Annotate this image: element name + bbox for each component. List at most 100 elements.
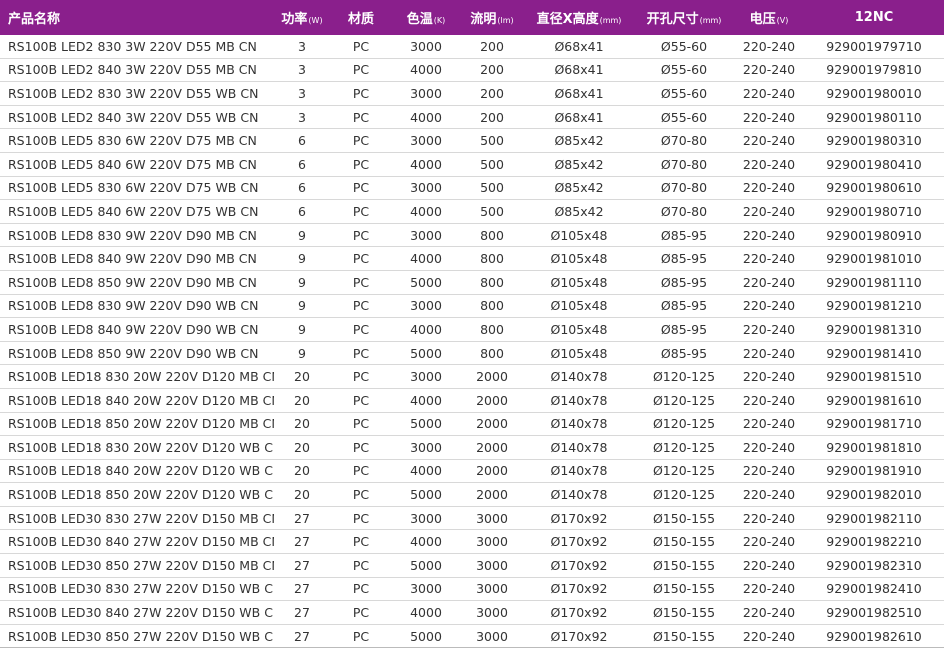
cell-cct: 3000 xyxy=(392,128,460,153)
cell-12nc: 929001980610 xyxy=(804,176,944,201)
cell-voltage: 220-240 xyxy=(734,435,804,460)
header-size: 直径X高度(mm) xyxy=(524,0,634,35)
cell-power: 9 xyxy=(274,341,330,366)
cell-size: Ø170x92 xyxy=(524,624,634,649)
cell-12nc: 929001981510 xyxy=(804,364,944,389)
cell-power: 20 xyxy=(274,435,330,460)
table-row: RS100B LED5 830 6W 220V D75 WB CN 6 PC 3000… xyxy=(0,176,944,201)
table-row: RS100B LED8 840 9W 220V D90 MB CN 9 PC 4000… xyxy=(0,246,944,271)
cell-size: Ø105x48 xyxy=(524,246,634,271)
header-voltage-label: 电压 xyxy=(749,12,776,27)
cell-cct: 5000 xyxy=(392,482,460,507)
cell-cutout: Ø120-125 xyxy=(634,364,734,389)
cell-cct: 5000 xyxy=(392,412,460,437)
cell-product-name: RS100B LED8 840 9W 220V D90 WB CN xyxy=(0,317,274,342)
cell-12nc: 929001982110 xyxy=(804,506,944,531)
header-product-name-label: 产品名称 xyxy=(8,12,61,27)
cell-lumen: 500 xyxy=(460,152,524,177)
cell-12nc: 929001980110 xyxy=(804,105,944,130)
cell-voltage: 220-240 xyxy=(734,152,804,177)
cell-voltage: 220-240 xyxy=(734,577,804,602)
table-row: RS100B LED30 850 27W 220V D150 MB CN 27 PC… xyxy=(0,553,944,578)
cell-lumen: 500 xyxy=(460,199,524,224)
cell-product-name: RS100B LED18 830 20W 220V D120 MB CN xyxy=(0,364,274,389)
cell-product-name: RS100B LED18 840 20W 220V D120 WB CN xyxy=(0,459,274,484)
cell-cutout: Ø55-60 xyxy=(634,35,734,59)
header-voltage-unit: (V) xyxy=(776,16,789,25)
cell-product-name: RS100B LED18 840 20W 220V D120 MB CN xyxy=(0,388,274,413)
cell-cct: 3000 xyxy=(392,294,460,319)
cell-cutout: Ø55-60 xyxy=(634,105,734,130)
table-row: RS100B LED2 830 3W 220V D55 WB CN 3 PC 3000… xyxy=(0,81,944,106)
table-row: RS100B LED5 840 6W 220V D75 WB CN 6 PC 4000… xyxy=(0,199,944,224)
cell-material: PC xyxy=(330,199,392,224)
table-row: RS100B LED18 850 20W 220V D120 WB CN 20 PC… xyxy=(0,482,944,507)
cell-cutout: Ø150-155 xyxy=(634,577,734,602)
cell-size: Ø170x92 xyxy=(524,577,634,602)
cell-lumen: 200 xyxy=(460,35,524,59)
cell-product-name: RS100B LED2 840 3W 220V D55 MB CN xyxy=(0,58,274,83)
cell-lumen: 3000 xyxy=(460,506,524,531)
cell-cct: 3000 xyxy=(392,435,460,460)
cell-lumen: 800 xyxy=(460,294,524,319)
cell-power: 9 xyxy=(274,270,330,295)
cell-cutout: Ø85-95 xyxy=(634,223,734,248)
table-row: RS100B LED30 830 27W 220V D150 MB CN 27 PC… xyxy=(0,506,944,531)
cell-material: PC xyxy=(330,529,392,555)
cell-material: PC xyxy=(330,58,392,83)
cell-power: 6 xyxy=(274,176,330,201)
cell-voltage: 220-240 xyxy=(734,482,804,507)
header-cutout-label: 开孔尺寸 xyxy=(646,12,699,27)
cell-cct: 4000 xyxy=(392,317,460,342)
cell-cct: 4000 xyxy=(392,459,460,484)
table-row: RS100B LED30 840 27W 220V D150 MB CN 27 PC… xyxy=(0,529,944,555)
cell-material: PC xyxy=(330,364,392,389)
table-row: RS100B LED18 830 20W 220V D120 MB CN 20 PC… xyxy=(0,364,944,389)
cell-cct: 3000 xyxy=(392,506,460,531)
cell-cct: 4000 xyxy=(392,105,460,130)
spec-table-page: 产品名称 功率(W) 材质 色温(K) 流明(lm) 直径X高度(mm) 开孔尺… xyxy=(0,0,944,657)
cell-lumen: 3000 xyxy=(460,577,524,602)
cell-cutout: Ø55-60 xyxy=(634,81,734,106)
cell-power: 9 xyxy=(274,294,330,319)
header-row: 产品名称 功率(W) 材质 色温(K) 流明(lm) 直径X高度(mm) 开孔尺… xyxy=(0,0,944,35)
cell-material: PC xyxy=(330,388,392,413)
cell-product-name: RS100B LED30 830 27W 220V D150 MB CN xyxy=(0,506,274,531)
cell-lumen: 800 xyxy=(460,341,524,366)
cell-lumen: 2000 xyxy=(460,412,524,437)
cell-12nc: 929001980410 xyxy=(804,152,944,177)
cell-voltage: 220-240 xyxy=(734,388,804,413)
cell-material: PC xyxy=(330,246,392,271)
cell-voltage: 220-240 xyxy=(734,412,804,437)
cell-size: Ø85x42 xyxy=(524,152,634,177)
cell-cct: 5000 xyxy=(392,624,460,649)
table-row: RS100B LED8 830 9W 220V D90 WB CN 9 PC 3000… xyxy=(0,294,944,319)
header-size-unit: (mm) xyxy=(599,16,622,25)
table-row: RS100B LED2 830 3W 220V D55 MB CN 3 PC 3000… xyxy=(0,35,944,59)
table-row: RS100B LED18 850 20W 220V D120 MB CN 20 PC… xyxy=(0,412,944,437)
cell-12nc: 929001981310 xyxy=(804,317,944,342)
cell-lumen: 2000 xyxy=(460,459,524,484)
cell-power: 3 xyxy=(274,58,330,83)
header-material: 材质 xyxy=(330,0,392,35)
cell-lumen: 200 xyxy=(460,58,524,83)
cell-cct: 4000 xyxy=(392,600,460,625)
cell-cct: 4000 xyxy=(392,388,460,413)
cell-cutout: Ø150-155 xyxy=(634,506,734,531)
cell-product-name: RS100B LED30 830 27W 220V D150 WB CN xyxy=(0,577,274,602)
cell-power: 20 xyxy=(274,482,330,507)
cell-12nc: 929001982610 xyxy=(804,624,944,649)
cell-size: Ø170x92 xyxy=(524,506,634,531)
cell-cct: 3000 xyxy=(392,577,460,602)
cell-12nc: 929001981910 xyxy=(804,459,944,484)
cell-product-name: RS100B LED8 840 9W 220V D90 MB CN xyxy=(0,246,274,271)
cell-material: PC xyxy=(330,435,392,460)
cell-12nc: 929001979710 xyxy=(804,35,944,59)
cell-size: Ø105x48 xyxy=(524,341,634,366)
cell-12nc: 929001980310 xyxy=(804,128,944,153)
cell-product-name: RS100B LED5 830 6W 220V D75 WB CN xyxy=(0,176,274,201)
cell-12nc: 929001979810 xyxy=(804,58,944,83)
cell-voltage: 220-240 xyxy=(734,600,804,625)
cell-product-name: RS100B LED8 850 9W 220V D90 WB CN xyxy=(0,341,274,366)
table-row: RS100B LED2 840 3W 220V D55 WB CN 3 PC 4000… xyxy=(0,105,944,130)
